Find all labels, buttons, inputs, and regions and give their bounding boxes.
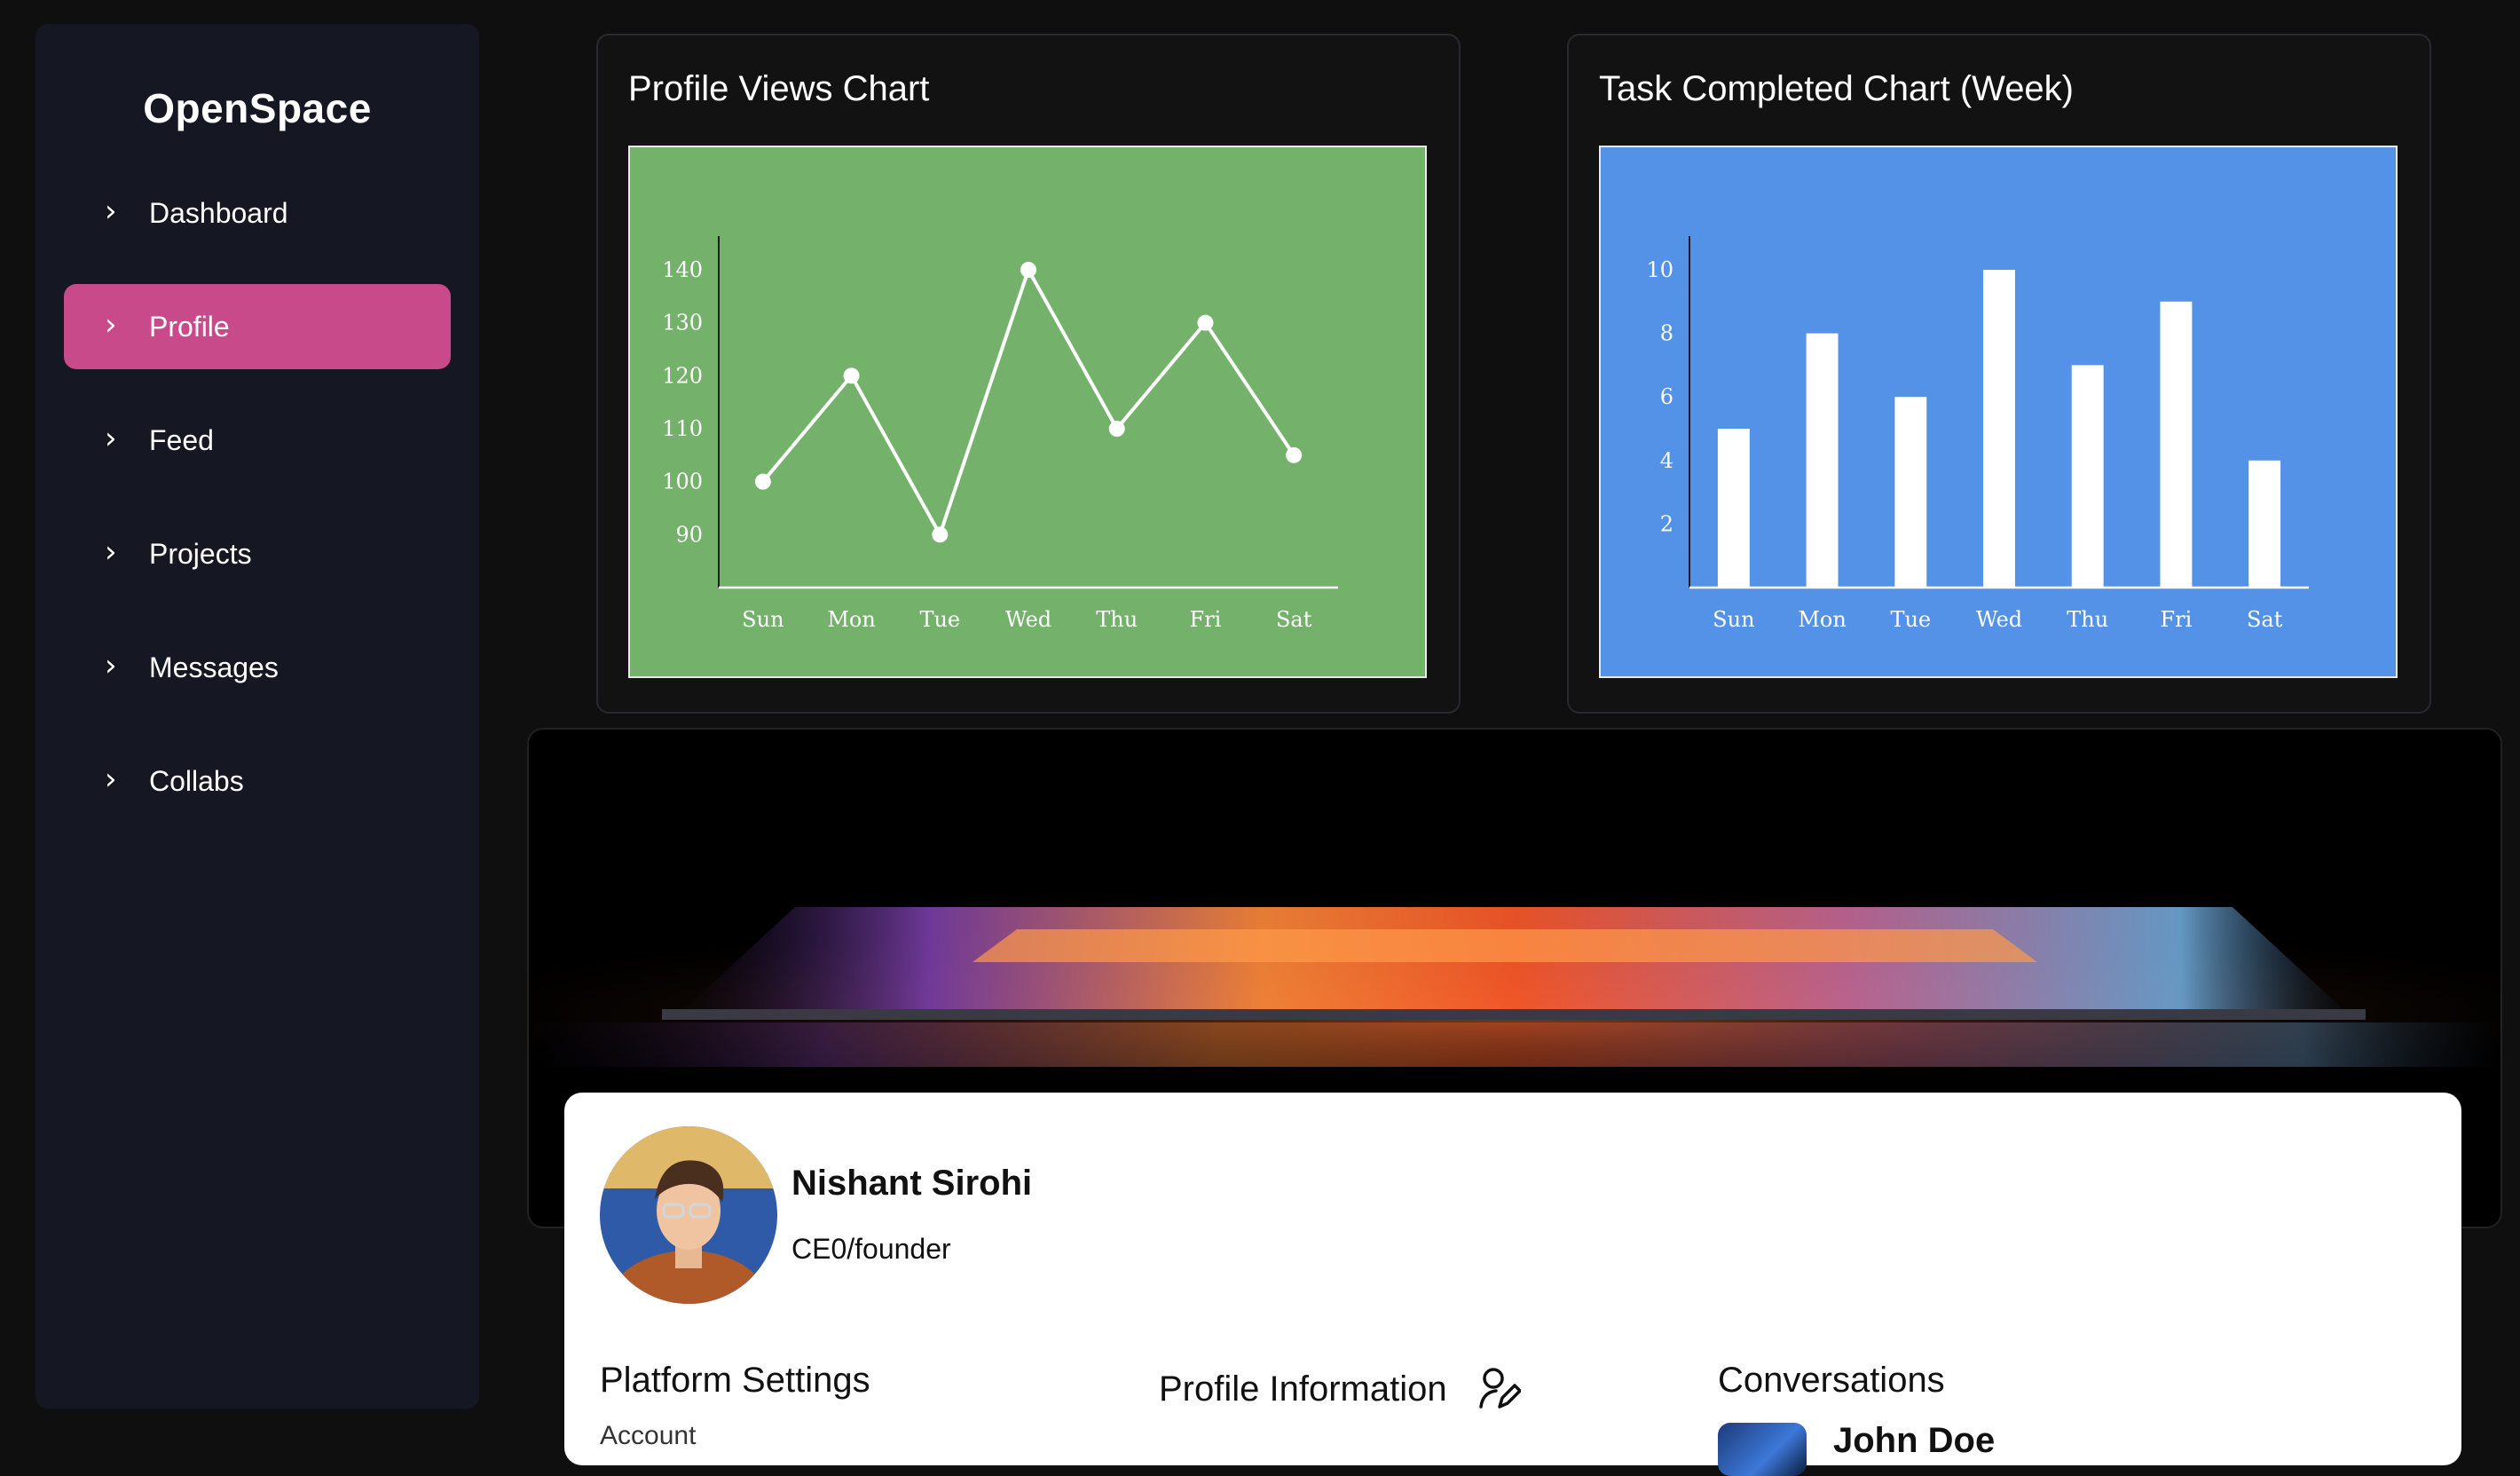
data-point [843,367,860,384]
platform-settings-heading: Platform Settings [600,1361,870,1400]
sidebar-item-feed[interactable]: › Feed [64,398,451,483]
chevron-right-icon: › [105,534,117,570]
x-tick-label: Sat [2247,607,2283,632]
y-tick-label: 110 [662,416,703,441]
profile-views-chart: 90 100 110 120 130 140 Sun Mon Tue Wed Thu Fri Sat [628,146,1427,678]
y-tick-label: 100 [662,470,703,494]
sidebar-item-profile[interactable]: › Profile [64,284,451,369]
chevron-right-icon: › [105,648,117,683]
avatar-image [600,1126,777,1304]
sidebar-item-label: Profile [149,310,230,343]
sidebar-item-dashboard[interactable]: › Dashboard [64,170,451,256]
chevron-right-icon: › [105,193,117,229]
bar [1983,270,2015,588]
profile-information-heading: Profile Information [1159,1369,1447,1409]
chart-title: Task Completed Chart (Week) [1599,69,2074,108]
series-line [761,265,1295,540]
sidebar-item-label: Messages [149,651,279,683]
tasks-completed-card: Task Completed Chart (Week) 2 4 6 8 10 Sun Mon… [1567,34,2431,714]
conversation-avatar[interactable] [1718,1423,1807,1476]
sidebar-item-projects[interactable]: › Projects [64,511,451,596]
y-tick-label: 4 [1660,448,1673,473]
x-tick-label: Wed [1005,607,1051,632]
sidebar: OpenSpace › Dashboard › Profile › Feed ›… [35,24,479,1409]
x-tick-label: Mon [1798,607,1846,632]
data-point [1197,314,1214,331]
bar [2248,460,2281,588]
sidebar-item-label: Projects [149,537,252,570]
y-tick-label: 10 [1646,257,1673,282]
tasks-completed-chart: 2 4 6 8 10 Sun Mon Tue Wed Thu Fri Sat [1599,146,2398,678]
sidebar-item-label: Dashboard [149,196,288,229]
y-tick-label: 8 [1660,321,1673,346]
conversations-heading: Conversations [1718,1361,1945,1400]
edit-user-icon[interactable] [1478,1366,1521,1410]
chevron-right-icon: › [105,762,117,797]
data-point [754,473,771,490]
x-tick-label: Wed [1976,607,2022,632]
bar [1717,429,1750,588]
sidebar-item-label: Feed [149,423,214,456]
profile-name: Nishant Sirohi [791,1164,1033,1203]
data-point [1020,262,1036,278]
data-point [1108,421,1125,437]
bar [1806,333,1839,588]
avatar[interactable] [600,1126,777,1304]
laptop-banner-image [529,730,2500,1067]
chart-title: Profile Views Chart [628,69,930,108]
tasks-completed-svg: 2 4 6 8 10 Sun Mon Tue Wed Thu Fri Sat [1646,236,2309,632]
profile-role: CE0/founder [791,1233,951,1265]
y-tick-label: 6 [1660,384,1673,409]
sidebar-item-messages[interactable]: › Messages [64,625,451,710]
y-tick-label: 140 [662,257,703,282]
y-tick-label: 90 [675,522,703,547]
bar [2071,365,2104,588]
chevron-right-icon: › [105,307,117,343]
brand-logo[interactable]: OpenSpace [35,84,479,132]
sidebar-nav: › Dashboard › Profile › Feed › Projects … [64,170,451,852]
x-tick-label: Tue [1890,607,1931,632]
x-tick-label: Mon [827,607,875,632]
profile-panel: Nishant Sirohi CE0/founder Platform Sett… [564,1093,2461,1476]
x-tick-label: Thu [1096,607,1138,632]
sidebar-item-label: Collabs [149,764,244,797]
data-point [1286,446,1303,463]
y-tick-label: 2 [1660,511,1673,536]
profile-views-card: Profile Views Chart 90 100 110 120 130 140 Sun… [596,34,1461,714]
y-tick-label: 120 [662,363,703,388]
x-tick-label: Sat [1276,607,1312,632]
profile-views-svg: 90 100 110 120 130 140 Sun Mon Tue Wed Thu Fri Sat [662,236,1338,632]
x-tick-label: Sun [742,607,784,632]
bar [1894,397,1927,588]
bar [2160,301,2193,588]
x-tick-label: Fri [2161,607,2193,632]
x-tick-label: Fri [1190,607,1222,632]
x-tick-label: Tue [919,607,960,632]
x-tick-label: Thu [2067,607,2108,632]
chevron-right-icon: › [105,421,117,456]
sidebar-item-collabs[interactable]: › Collabs [64,738,451,824]
account-label: Account [600,1421,697,1450]
y-tick-label: 130 [662,311,703,335]
x-tick-label: Sun [1713,607,1754,632]
data-point [932,526,949,543]
